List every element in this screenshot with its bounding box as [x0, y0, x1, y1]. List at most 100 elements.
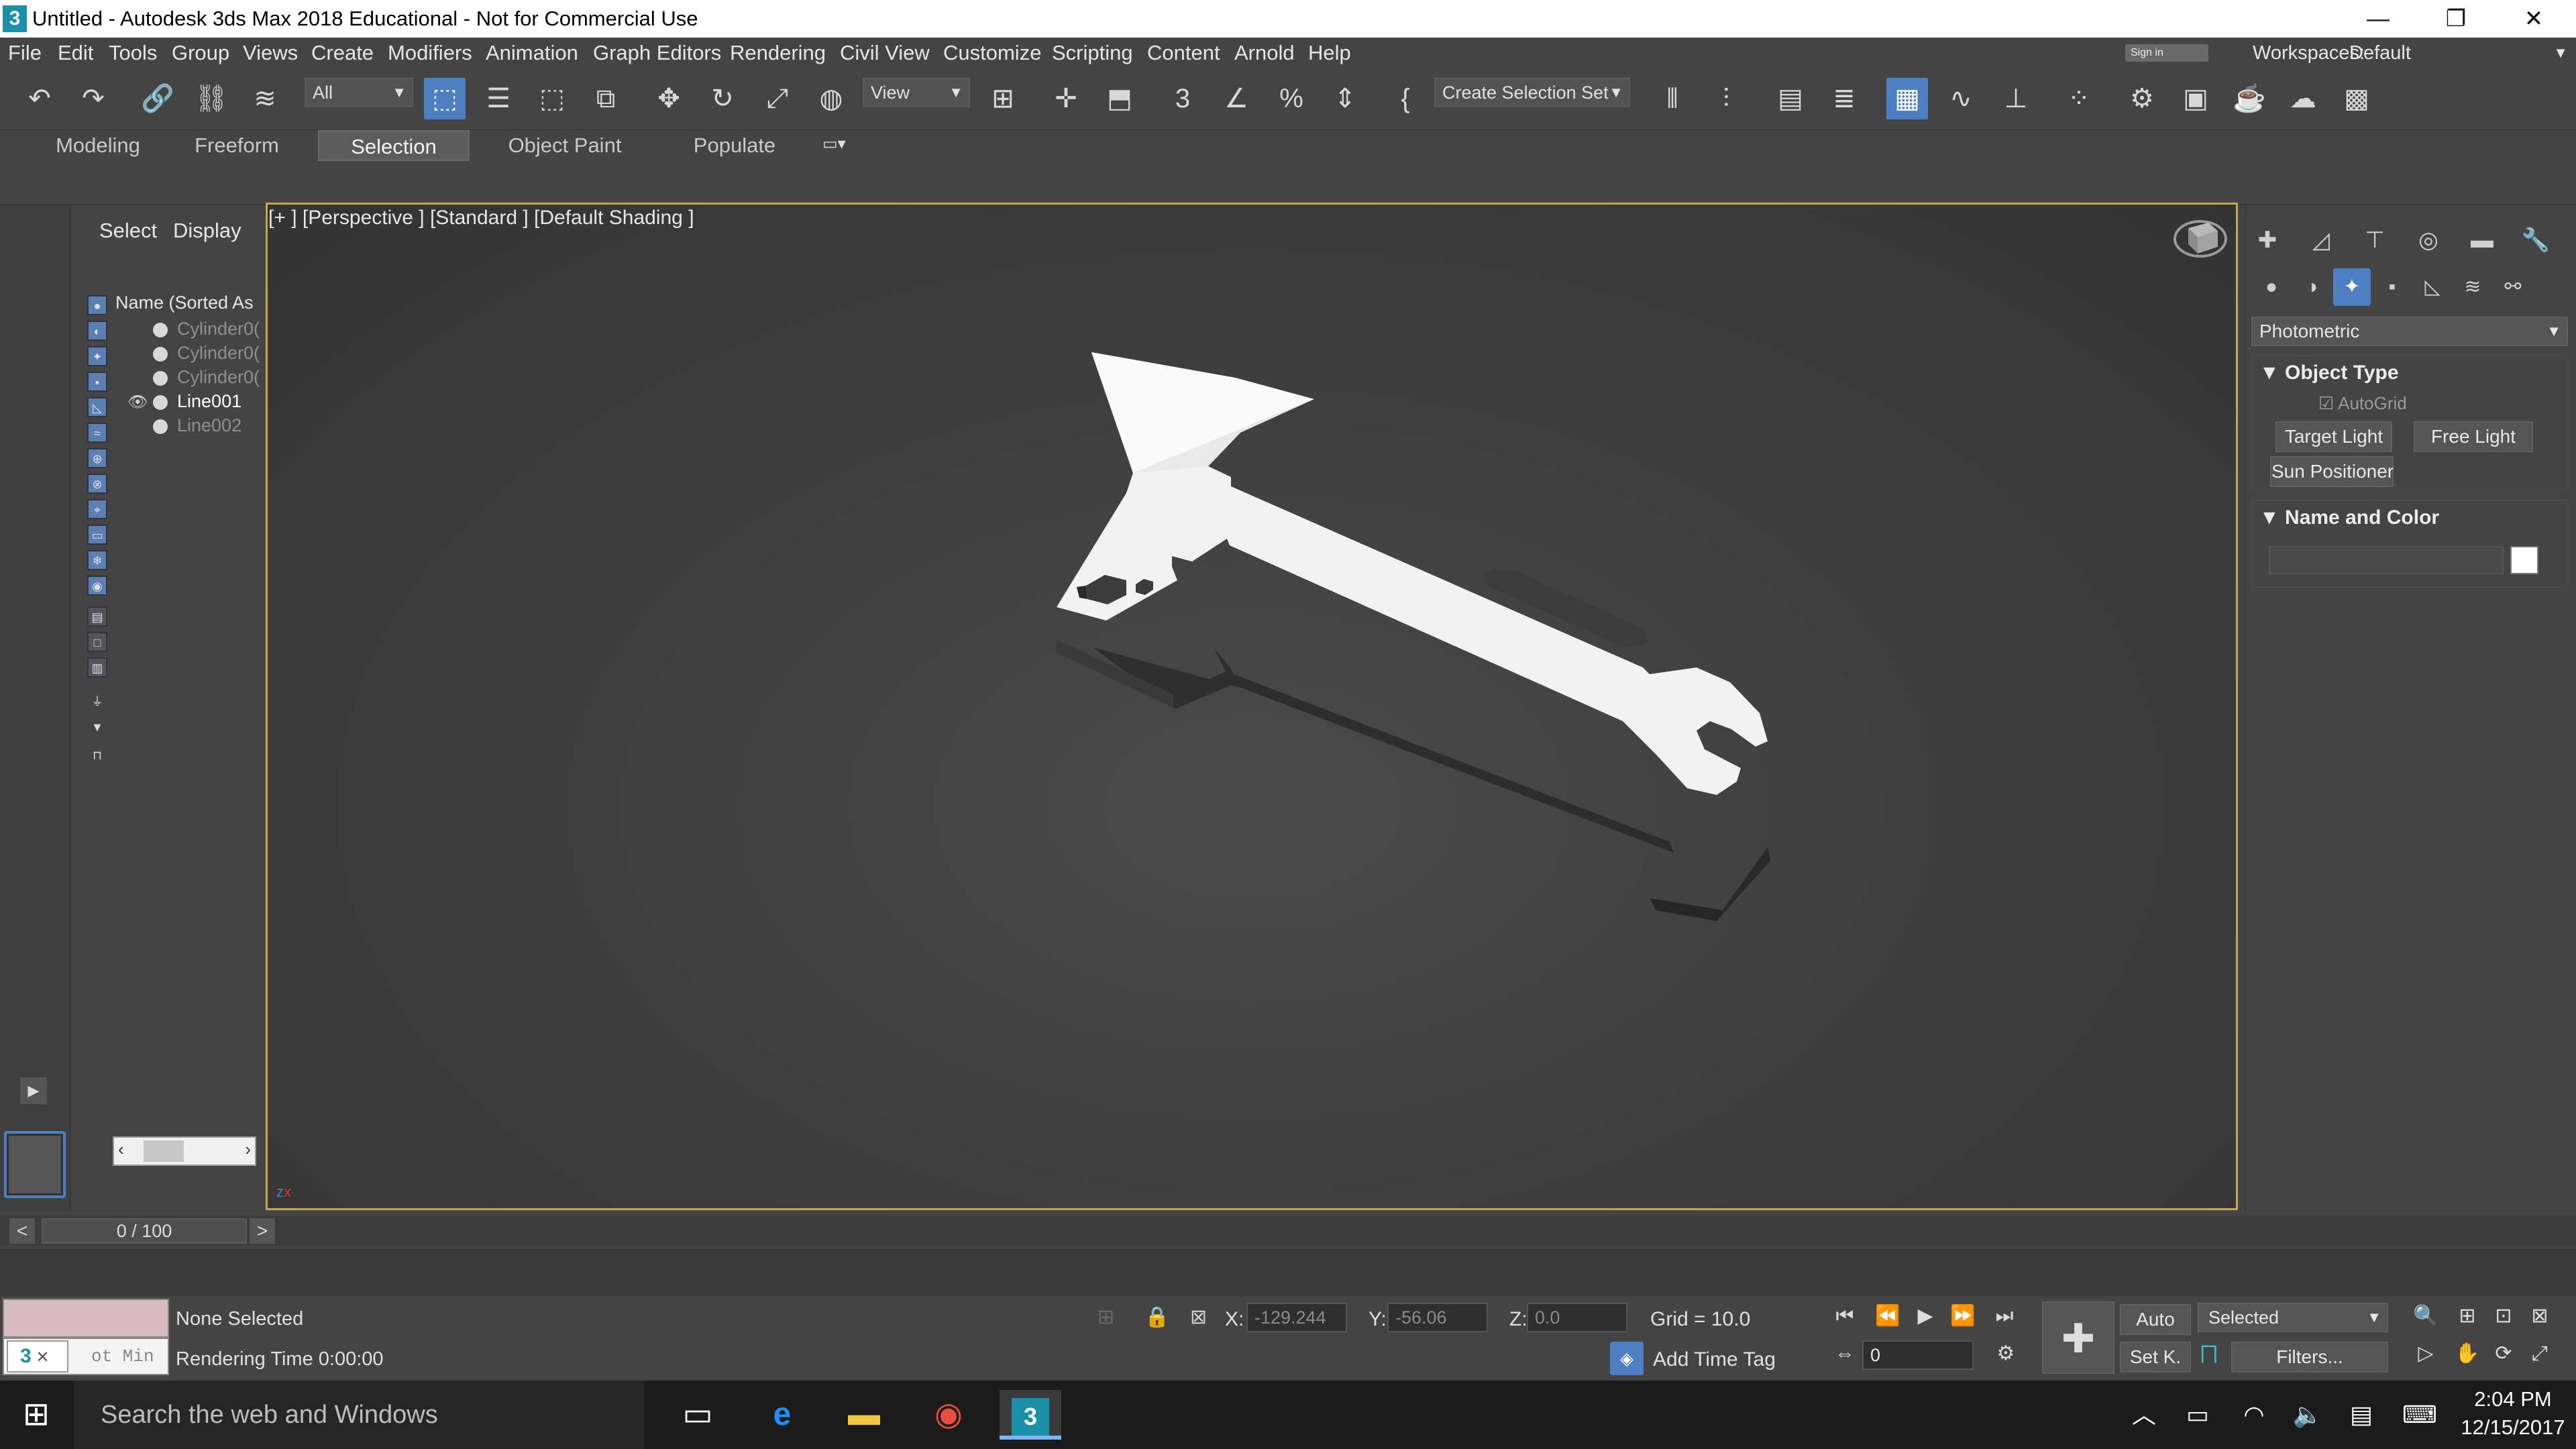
menu-file[interactable]: File — [0, 38, 50, 68]
rotate-icon[interactable]: ↻ — [702, 78, 743, 119]
sign-in-button[interactable]: Sign in — [2125, 44, 2208, 62]
zoom-icon[interactable]: 🔍 — [2407, 1299, 2445, 1334]
isolate-selection-icon[interactable]: ⊞ — [1097, 1305, 1114, 1329]
time-configuration-icon[interactable]: ⚙ — [1987, 1336, 2025, 1371]
time-slider-prev-button[interactable]: < — [9, 1218, 35, 1244]
zoom-extents-icon[interactable]: ⊡ — [2485, 1299, 2522, 1334]
curve-editor-icon[interactable]: ∿ — [1940, 78, 1982, 119]
name-and-color-rollout-header[interactable]: ▼ Name and Color — [2259, 503, 2439, 533]
edge-browser-icon[interactable]: e — [751, 1390, 813, 1440]
tab-modeling[interactable]: Modeling — [19, 130, 177, 161]
tab-freeform[interactable]: Freeform — [180, 130, 294, 161]
bind-space-warp-icon[interactable]: ≋ — [244, 78, 286, 119]
menu-modifiers[interactable]: Modifiers — [380, 38, 480, 68]
menu-tools[interactable]: Tools — [101, 38, 165, 68]
display-hidden-icon[interactable]: ◉ — [87, 576, 107, 596]
display-helpers-icon[interactable]: ◺ — [87, 397, 107, 417]
zoom-all-icon[interactable]: ⊞ — [2449, 1299, 2486, 1334]
taskbar-clock-date[interactable]: 12/15/2017 — [2455, 1415, 2571, 1440]
key-filter-dropdown[interactable]: Selected ▼ — [2198, 1303, 2388, 1332]
utilities-tab-icon[interactable]: 🔧 — [2516, 221, 2556, 259]
window-crossing-icon[interactable]: ⧉ — [585, 78, 627, 119]
orbit-icon[interactable]: ⟳ — [2485, 1336, 2522, 1371]
keyboard-icon[interactable]: ⌨ — [2396, 1381, 2443, 1449]
eye-icon[interactable]: 👁 — [127, 390, 148, 415]
maximize-viewport-icon[interactable]: ⤢ — [2521, 1336, 2559, 1371]
hierarchy-tab-icon[interactable]: ⊤ — [2355, 221, 2395, 259]
scale-icon[interactable]: ⤢ — [757, 78, 798, 119]
wifi-icon[interactable]: ◠ — [2234, 1381, 2274, 1449]
shapes-icon[interactable]: ◑ — [2293, 268, 2330, 306]
display-cameras-icon[interactable]: ▪ — [87, 372, 107, 392]
motion-tab-icon[interactable]: ◎ — [2408, 221, 2449, 259]
align-icon[interactable]: ⫶ — [1705, 78, 1747, 119]
viewport-label[interactable]: [+ ] [Perspective ] [Standard ] [Default… — [268, 207, 694, 229]
place-icon[interactable]: ◍ — [810, 78, 852, 119]
display-frozen-icon[interactable]: ❄ — [87, 550, 107, 570]
zoom-extents-all-icon[interactable]: ⊠ — [2521, 1299, 2559, 1334]
reference-coordinate-dropdown[interactable]: View ▼ — [863, 78, 970, 107]
add-time-tag[interactable]: Add Time Tag — [1653, 1348, 1776, 1371]
display-all-icon[interactable]: ▤ — [87, 606, 107, 627]
default-in-out-tangent-icon[interactable]: ⨅ — [2200, 1342, 2218, 1367]
selection-filter-dropdown[interactable]: All ▼ — [305, 78, 413, 107]
move-icon[interactable]: ✥ — [648, 78, 690, 119]
viewcube[interactable] — [2174, 213, 2227, 260]
edit-named-selection-icon[interactable]: { — [1385, 78, 1426, 119]
toggle-scene-explorer-icon[interactable]: ▤ — [1770, 78, 1811, 119]
key-filters-button[interactable]: Filters... — [2231, 1342, 2388, 1373]
file-explorer-icon[interactable]: ▬ — [833, 1390, 895, 1440]
absolute-mode-icon[interactable]: ⊠ — [1190, 1305, 1207, 1329]
scene-explorer-tab-select[interactable]: Select — [99, 219, 157, 243]
battery-icon[interactable]: ▭ — [2178, 1381, 2218, 1449]
object-type-rollout-header[interactable]: ▼ Object Type — [2259, 358, 2399, 388]
menu-graph-editors[interactable]: Graph Editors — [585, 38, 729, 68]
menu-scripting[interactable]: Scripting — [1044, 38, 1141, 68]
workspaces-dropdown[interactable]: Default ▼ — [2349, 38, 2571, 68]
spinner-snap-icon[interactable]: ⇕ — [1324, 78, 1366, 119]
display-none-icon[interactable]: □ — [87, 632, 107, 652]
field-of-view-icon[interactable]: ▷ — [2407, 1336, 2445, 1371]
filter-icon[interactable]: ⏚ — [87, 692, 107, 712]
list-item[interactable]: Cylinder0( — [127, 365, 260, 389]
scroll-right-icon[interactable]: › — [245, 1139, 251, 1160]
display-geometry-icon[interactable]: ● — [87, 295, 107, 315]
list-item[interactable]: Cylinder0( — [127, 317, 260, 341]
free-light-button[interactable]: Free Light — [2414, 421, 2533, 452]
perspective-viewport[interactable] — [266, 203, 2238, 1210]
create-tab-icon[interactable]: ✚ — [2247, 221, 2288, 259]
auto-key-button[interactable]: Auto — [2120, 1304, 2191, 1335]
light-category-dropdown[interactable]: Photometric ▼ — [2251, 317, 2568, 346]
display-shapes-icon[interactable]: ◐ — [87, 321, 107, 341]
close-button[interactable]: ✕ — [2497, 0, 2571, 38]
snaps-toggle-icon[interactable]: 3 — [1162, 78, 1203, 119]
lock-selection-icon[interactable]: 🔒 — [1144, 1305, 1169, 1329]
expand-layouts-icon[interactable]: ▶ — [20, 1077, 47, 1104]
object-color-swatch[interactable] — [2510, 546, 2538, 574]
display-tab-icon[interactable]: ▬ — [2462, 221, 2502, 259]
set-key-button[interactable]: Set K. — [2120, 1342, 2191, 1373]
display-lights-icon[interactable]: ✦ — [87, 346, 107, 366]
named-selection-sets-dropdown[interactable]: Create Selection Set ▼ — [1434, 78, 1630, 107]
menu-create[interactable]: Create — [303, 38, 382, 68]
display-groups-icon[interactable]: ⊕ — [87, 448, 107, 468]
maxscript-listener-pink[interactable] — [3, 1299, 169, 1338]
menu-civil-view[interactable]: Civil View — [832, 38, 938, 68]
scrollbar-thumb[interactable] — [144, 1140, 184, 1162]
angle-snap-icon[interactable]: ∠ — [1216, 78, 1257, 119]
ribbon-options-icon[interactable]: ▭▾ — [822, 134, 846, 154]
time-tag-icon[interactable]: ◈ — [1610, 1342, 1644, 1375]
redo-icon[interactable]: ↷ — [72, 78, 114, 119]
tab-selection[interactable]: Selection — [318, 130, 470, 161]
lights-icon[interactable]: ✦ — [2333, 268, 2371, 306]
y-coordinate-field[interactable]: -56.06 — [1387, 1303, 1488, 1332]
tab-object-paint[interactable]: Object Paint — [478, 130, 652, 161]
material-editor-icon[interactable]: ⁘ — [2058, 78, 2100, 119]
list-item[interactable]: Cylinder0( — [127, 341, 260, 365]
list-item[interactable]: 👁 Line001 — [127, 389, 241, 413]
render-setup-icon[interactable]: ⚙ — [2121, 78, 2163, 119]
time-slider[interactable]: < 0 / 100 > — [0, 1216, 2576, 1246]
toggle-layer-explorer-icon[interactable]: ≣ — [1823, 78, 1865, 119]
display-xrefs-icon[interactable]: ⊗ — [87, 474, 107, 494]
time-slider-next-button[interactable]: > — [250, 1218, 275, 1244]
